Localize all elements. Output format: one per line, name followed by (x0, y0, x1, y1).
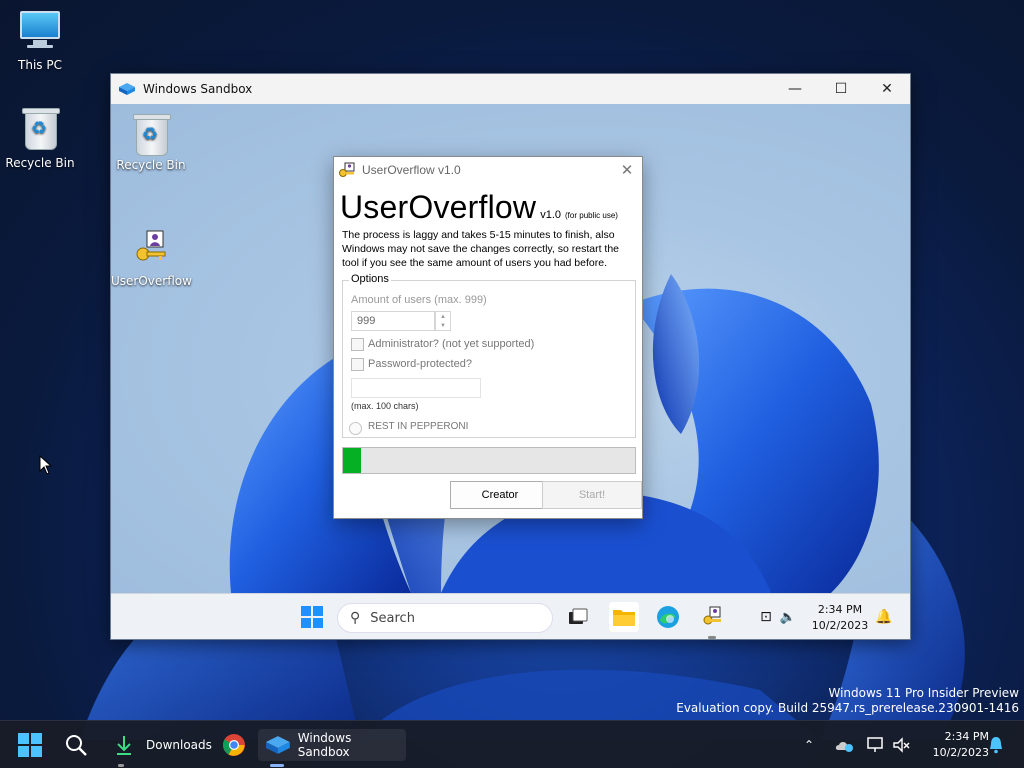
desktop-icon-label: Recycle Bin (5, 156, 75, 170)
sandbox-logo-icon (266, 736, 290, 754)
desktop-icon-label: Recycle Bin (116, 158, 186, 172)
amount-input[interactable]: 999 (351, 311, 435, 331)
desktop-icon-this-pc[interactable]: This PC (0, 8, 80, 72)
evaluation-watermark: Windows 11 Pro Insider Preview Evaluatio… (676, 686, 1019, 716)
chrome-taskbar-button[interactable] (222, 729, 246, 761)
notification-bell-icon[interactable]: 🔔 (869, 602, 899, 632)
sandbox-clock[interactable]: 2:34 PM 10/2/2023 (809, 602, 871, 634)
sandbox-taskbar-label: Windows Sandbox (297, 731, 352, 759)
dialog-header: UserOverflow v1.0 (for public use) (340, 189, 618, 226)
sandbox-titlebar[interactable]: Windows Sandbox — ☐ ✕ (111, 74, 910, 104)
desktop-icon-label: This PC (18, 58, 62, 72)
app-heading: UserOverflow (340, 189, 537, 225)
options-group: Options Amount of users (max. 999) 999 ▲… (342, 273, 636, 438)
app-description: The process is laggy and takes 5-15 minu… (342, 229, 620, 269)
monitor-icon (17, 8, 63, 54)
search-icon: ⚲ (350, 610, 361, 626)
useroverflow-taskbar-button[interactable] (697, 602, 727, 632)
password-checkbox[interactable] (351, 358, 364, 371)
rest-in-pepperoni-radio[interactable] (349, 422, 362, 435)
task-view-icon (569, 608, 588, 624)
search-placeholder: Search (370, 610, 415, 626)
options-legend: Options (349, 273, 391, 285)
start-button[interactable] (297, 602, 327, 632)
progress-bar (342, 447, 636, 474)
start-button-disabled[interactable]: Start! (542, 481, 642, 509)
downloads-taskbar-button[interactable]: Downloads (108, 729, 218, 761)
network-icon[interactable] (866, 729, 886, 761)
monitor-network-icon (867, 737, 883, 752)
minimize-button[interactable]: — (772, 74, 818, 104)
clock-date: 10/2/2023 (811, 619, 869, 632)
amount-spinner[interactable]: ▲ ▼ (435, 311, 451, 331)
clock-time: 2:34 PM (944, 730, 989, 743)
volume-icon[interactable]: 🔈 (773, 602, 803, 632)
maximize-button[interactable]: ☐ (818, 74, 864, 104)
sandbox-taskbar-button[interactable]: Windows Sandbox (258, 729, 406, 761)
watermark-line-1: Windows 11 Pro Insider Preview (828, 686, 1019, 700)
desktop-icon-label: UserOverflow (111, 274, 192, 288)
clock-date: 10/2/2023 (932, 746, 989, 759)
search-button[interactable] (64, 729, 88, 761)
downloads-running-indicator (118, 764, 124, 767)
password-input[interactable] (351, 378, 481, 398)
search-icon (66, 735, 87, 756)
close-button[interactable]: ✕ (864, 74, 910, 104)
rest-in-pepperoni-label: REST IN PEPPERONI (368, 421, 469, 432)
volume-muted-icon[interactable] (892, 729, 910, 761)
folder-icon (613, 610, 635, 626)
dialog-title: UserOverflow v1.0 (362, 163, 461, 177)
start-button[interactable] (18, 729, 42, 761)
key-user-icon (136, 230, 166, 261)
chrome-icon (223, 734, 245, 756)
task-view-button[interactable] (563, 602, 593, 632)
desktop-icon-recycle-bin[interactable]: ♻ Recycle Bin (0, 106, 80, 170)
download-icon (117, 736, 131, 755)
creator-button[interactable]: Creator (450, 481, 550, 509)
edge-browser-icon (657, 606, 679, 628)
taskbar-active-indicator (708, 636, 716, 639)
password-checkbox-label: Password-protected? (368, 358, 472, 370)
password-hint: (max. 100 chars) (351, 401, 419, 411)
window-title: Windows Sandbox (143, 82, 253, 96)
clock-time: 2:34 PM (817, 603, 863, 616)
taskbar-search-box[interactable]: ⚲ Search (337, 603, 553, 633)
spin-up-icon[interactable]: ▲ (440, 314, 446, 320)
sandbox-desktop-icon-useroverflow[interactable]: UserOverflow (111, 228, 192, 288)
recycle-bin-icon: ♻ (131, 112, 171, 156)
sandbox-active-indicator (270, 764, 284, 767)
key-user-icon (339, 162, 355, 177)
recycle-bin-icon: ♻ (17, 106, 63, 152)
sandbox-desktop-icon-recycle-bin[interactable]: ♻ Recycle Bin (111, 112, 191, 172)
watermark-line-2: Evaluation copy. Build 25947.rs_prerelea… (676, 701, 1019, 715)
onedrive-icon[interactable] (834, 729, 854, 761)
useroverflow-dialog[interactable]: UserOverflow v1.0 ✕ UserOverflow v1.0 (f… (333, 156, 643, 519)
admin-checkbox[interactable] (351, 338, 364, 351)
host-taskbar: Downloads Windows Sandbox ⌃ 2:34 PM 10/2… (0, 720, 1024, 768)
key-user-icon (703, 606, 721, 625)
sandbox-taskbar: ⚲ Search ⊡ 🔈 2:34 PM 10/2/2023 🔔 (111, 593, 910, 639)
spin-down-icon[interactable]: ▼ (440, 323, 446, 329)
mouse-cursor-icon (39, 455, 53, 475)
bell-icon (990, 737, 1002, 754)
app-version: v1.0 (540, 209, 562, 221)
file-explorer-button[interactable] (609, 602, 639, 632)
dialog-close-button[interactable]: ✕ (612, 161, 642, 179)
cloud-icon (835, 742, 853, 752)
edge-button[interactable] (653, 602, 683, 632)
notification-bell-icon[interactable] (988, 729, 1004, 761)
downloads-label: Downloads (146, 738, 212, 752)
sandbox-logo-icon (119, 83, 135, 95)
admin-checkbox-label: Administrator? (not yet supported) (368, 338, 535, 350)
amount-label: Amount of users (max. 999) (351, 294, 487, 306)
dialog-titlebar[interactable]: UserOverflow v1.0 ✕ (334, 157, 642, 183)
app-version-note: (for public use) (565, 211, 618, 220)
speaker-mute-icon (893, 737, 910, 753)
windows-logo-icon (301, 606, 323, 628)
windows-logo-icon (18, 733, 42, 757)
taskbar-clock[interactable]: 2:34 PM 10/2/2023 (915, 729, 989, 761)
show-hidden-icons-button[interactable]: ⌃ (804, 729, 814, 761)
progress-fill (343, 448, 361, 473)
